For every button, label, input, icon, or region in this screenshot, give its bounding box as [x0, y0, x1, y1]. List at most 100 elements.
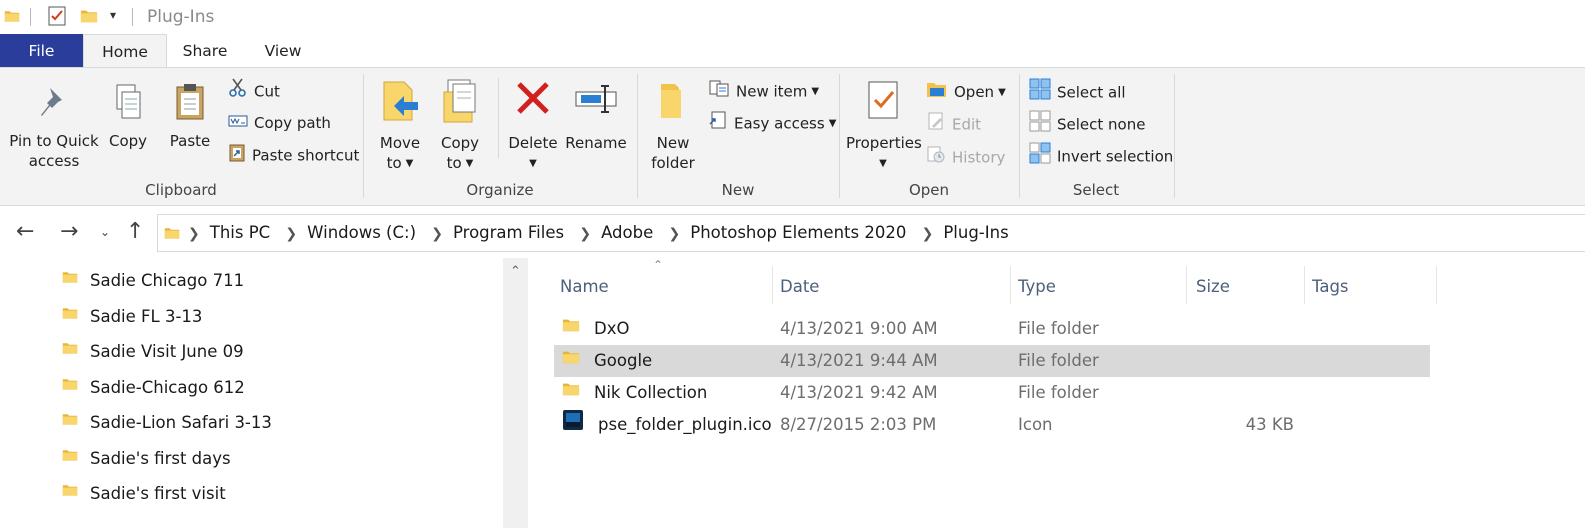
rename-button[interactable]: Rename	[564, 78, 628, 153]
edit-button[interactable]: Edit	[926, 111, 981, 137]
copy-to-button[interactable]: Copy to ▼	[434, 78, 486, 174]
forward-arrow-icon[interactable]: →	[60, 219, 78, 244]
chevron-right-icon[interactable]: ❯	[922, 226, 934, 242]
tree-item[interactable]: Sadie FL 3-13	[62, 302, 202, 332]
dropdown-caret-icon: ▼	[529, 157, 537, 169]
chevron-right-icon[interactable]: ❯	[431, 226, 443, 242]
table-row[interactable]: DxO 4/13/2021 9:00 AM File folder	[554, 313, 1430, 345]
ribbon-tabs: File Home Share View	[0, 34, 1585, 69]
edit-icon	[926, 111, 946, 139]
paste-shortcut-button[interactable]: Paste shortcut	[228, 142, 359, 168]
invert-selection-button[interactable]: Invert selection	[1029, 142, 1173, 168]
chevron-right-icon[interactable]: ❯	[188, 226, 200, 242]
pin-to-quick-access-button[interactable]: Pin to Quick access	[8, 82, 100, 171]
new-item-icon	[708, 78, 730, 106]
group-divider	[839, 74, 840, 198]
breadcrumb-windows-c[interactable]: Windows (C:)	[307, 223, 416, 242]
scroll-up-chevron-icon[interactable]: ⌃	[503, 264, 528, 279]
tab-view[interactable]: View	[248, 34, 318, 68]
dropdown-caret-icon: ▼	[879, 157, 887, 169]
open-folder-icon	[926, 80, 948, 106]
chevron-right-icon[interactable]: ❯	[669, 226, 681, 242]
table-row[interactable]: Nik Collection 4/13/2021 9:42 AM File fo…	[554, 377, 1430, 409]
breadcrumb-plug-ins[interactable]: Plug-Ins	[943, 223, 1008, 242]
copy-path-button[interactable]: Copy path	[228, 110, 331, 136]
tab-home[interactable]: Home	[83, 34, 167, 69]
tree-item[interactable]: Sadie-Lion Safari 3-13	[62, 408, 272, 438]
breadcrumb-this-pc[interactable]: This PC	[210, 223, 270, 242]
customize-toolbar-chevron-icon[interactable]: ▾	[110, 8, 116, 22]
folder-icon	[562, 346, 580, 378]
up-arrow-icon[interactable]: ↑	[126, 219, 144, 244]
tab-share[interactable]: Share	[170, 34, 240, 68]
back-arrow-icon[interactable]: ←	[16, 219, 34, 244]
tree-item[interactable]: Sadie Visit June 09	[62, 337, 244, 367]
column-divider[interactable]	[1304, 266, 1305, 304]
dropdown-caret-icon: ▼	[405, 157, 414, 169]
properties-quick-icon[interactable]	[48, 6, 66, 30]
address-bar[interactable]: ❯ This PC ❯ Windows (C:) ❯ Program Files ❯ A…	[157, 214, 1585, 252]
group-label-open: Open	[908, 181, 950, 199]
column-divider[interactable]	[1010, 266, 1011, 304]
column-header-tags[interactable]: Tags	[1306, 271, 1436, 303]
file-date: 4/13/2021 9:00 AM	[780, 319, 938, 338]
new-folder-icon	[646, 78, 700, 129]
column-header-name[interactable]: Name	[554, 271, 772, 303]
open-button[interactable]: Open ▼	[926, 79, 1006, 105]
folder-icon	[562, 314, 580, 346]
tree-item[interactable]: Sadie-Chicago 612	[62, 373, 245, 403]
copy-path-icon	[228, 111, 248, 137]
table-row[interactable]: pse_folder_plugin.ico 8/27/2015 2:03 PM …	[554, 409, 1430, 441]
select-all-icon	[1029, 78, 1051, 108]
title-bar: ▾ Plug-Ins	[0, 0, 1585, 34]
group-label-clipboard: Clipboard	[145, 181, 217, 199]
chevron-right-icon[interactable]: ❯	[285, 226, 297, 242]
folder-icon	[62, 267, 78, 297]
easy-access-button[interactable]: Easy access ▼	[708, 110, 836, 136]
column-divider[interactable]	[1436, 266, 1437, 304]
column-header-type[interactable]: Type	[1012, 271, 1186, 303]
group-label-new: New	[721, 181, 755, 199]
pin-icon	[8, 82, 100, 127]
select-none-button[interactable]: Select none	[1029, 110, 1145, 136]
file-date: 4/13/2021 9:42 AM	[780, 383, 938, 402]
delete-button[interactable]: Delete ▼	[506, 78, 560, 174]
select-all-button[interactable]: Select all	[1029, 78, 1126, 104]
dropdown-caret-icon: ▼	[998, 86, 1006, 98]
history-button[interactable]: History	[926, 144, 1005, 170]
properties-button[interactable]: Properties ▼	[846, 78, 922, 174]
history-icon	[926, 144, 946, 172]
table-row[interactable]: Google 4/13/2021 9:44 AM File folder	[554, 345, 1430, 377]
copy-button[interactable]: Copy	[102, 82, 154, 151]
column-header-date[interactable]: Date	[774, 271, 1010, 303]
sort-ascending-icon: ⌃	[653, 258, 664, 272]
cut-button[interactable]: Cut	[228, 78, 280, 104]
tree-item[interactable]: Sadie's first visit	[62, 479, 226, 509]
folder-icon	[62, 445, 78, 475]
column-divider[interactable]	[1186, 266, 1187, 304]
column-divider[interactable]	[772, 266, 773, 304]
scissors-icon	[228, 78, 248, 106]
rename-icon	[564, 78, 628, 129]
breadcrumb-adobe[interactable]: Adobe	[601, 223, 653, 242]
new-folder-quick-icon[interactable]	[80, 6, 98, 30]
breadcrumb-program-files[interactable]: Program Files	[453, 223, 564, 242]
group-divider	[1019, 74, 1020, 198]
group-divider	[1174, 74, 1175, 198]
tree-item[interactable]: Sadie's first days	[62, 444, 231, 474]
move-to-icon	[374, 78, 426, 129]
breadcrumb-photoshop-elements[interactable]: Photoshop Elements 2020	[690, 223, 906, 242]
dropdown-caret-icon: ▼	[465, 157, 474, 169]
move-to-button[interactable]: Move to ▼	[374, 78, 426, 174]
new-item-button[interactable]: New item ▼	[708, 78, 819, 104]
tree-item[interactable]: Sadie Chicago 711	[62, 266, 244, 296]
column-header-size[interactable]: Size	[1190, 271, 1304, 303]
tree-scrollbar[interactable]: ⌃	[503, 258, 528, 528]
chevron-right-icon[interactable]: ❯	[579, 226, 591, 242]
paste-button[interactable]: Paste	[164, 82, 216, 151]
recent-locations-chevron-icon[interactable]: ⌄	[100, 225, 110, 239]
window-title: Plug-Ins	[147, 7, 215, 27]
new-folder-button[interactable]: New folder	[646, 78, 700, 173]
ico-file-icon	[562, 409, 584, 442]
tab-file[interactable]: File	[0, 34, 83, 68]
